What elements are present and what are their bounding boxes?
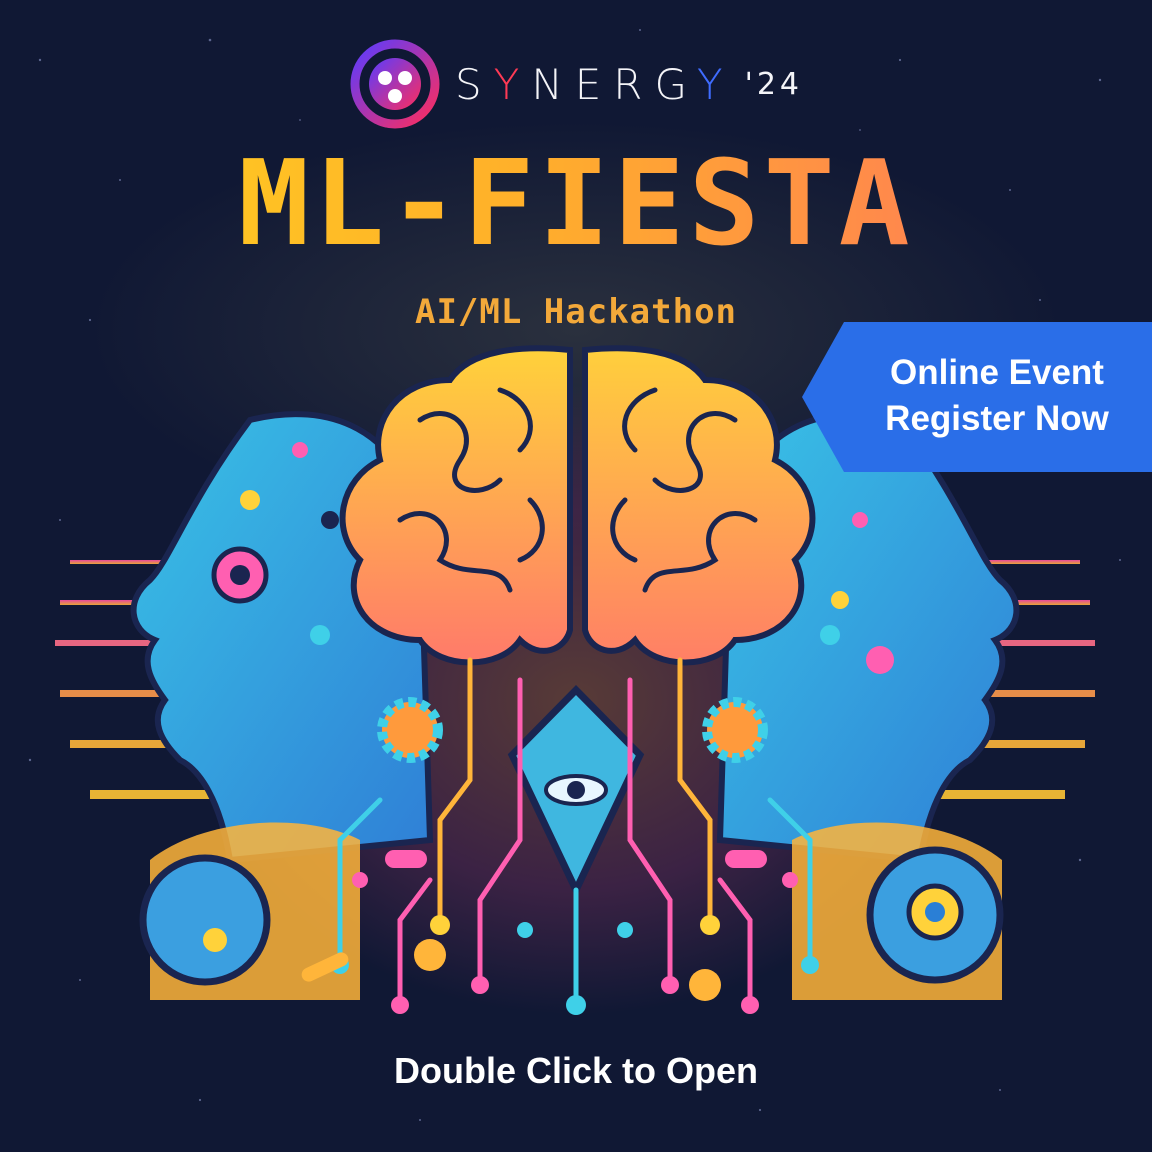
left-circuit-orb [139, 854, 271, 986]
synergy-logo-icon [350, 39, 440, 129]
event-title: ML-FIESTA [0, 128, 1152, 278]
brand-year: '24 [744, 66, 803, 102]
left-gear [377, 697, 443, 763]
open-call-to-action[interactable]: Double Click to Open [0, 1050, 1152, 1092]
event-poster[interactable]: SYNERGY '24 ML-FIESTA AI/ML Hackathon On… [0, 0, 1152, 1152]
ribbon-line-online-event: Online Event [890, 353, 1104, 392]
brand-name: SYNERGY [455, 59, 735, 109]
right-gear [702, 697, 768, 763]
brand-header: SYNERGY '24 [0, 34, 1152, 134]
ribbon-line-register-now: Register Now [885, 399, 1109, 438]
register-ribbon-text[interactable]: Online Event Register Now [852, 350, 1142, 442]
